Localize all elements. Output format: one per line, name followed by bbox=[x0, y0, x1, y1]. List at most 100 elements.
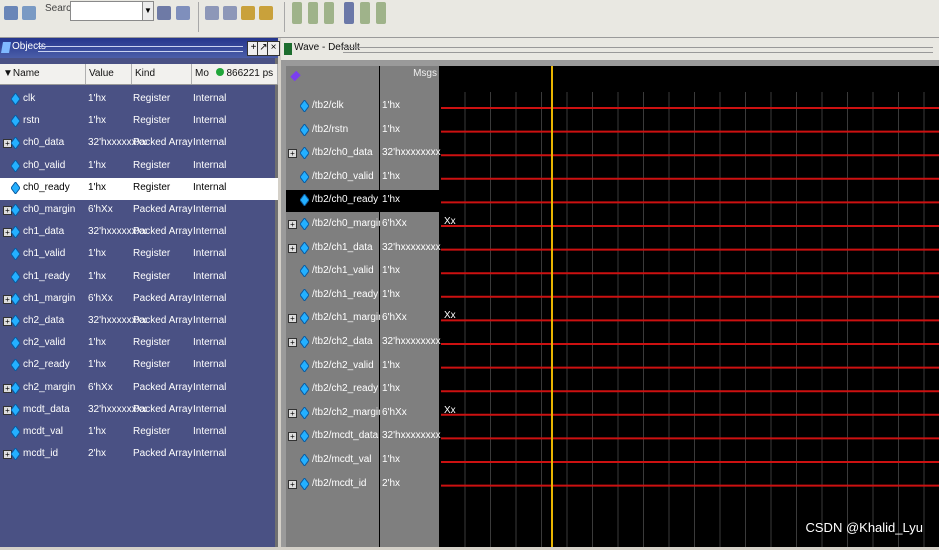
search-dropdown-button[interactable]: ▼ bbox=[142, 1, 154, 21]
wave-format-icon[interactable] bbox=[324, 2, 334, 24]
wave-plot-area[interactable]: Xx Xx Xx bbox=[441, 66, 939, 547]
search-input[interactable] bbox=[70, 1, 144, 21]
wave-signal-row[interactable]: /tb2/ch2_ready bbox=[286, 379, 379, 401]
wave-signal-row[interactable]: + /tb2/mcdt_id bbox=[286, 474, 379, 496]
column-name[interactable]: ▼Name bbox=[0, 64, 86, 84]
step-icon[interactable] bbox=[22, 6, 36, 20]
signal-icon bbox=[10, 269, 21, 284]
wave-format-icon[interactable] bbox=[344, 2, 354, 24]
object-kind: Register bbox=[133, 93, 171, 104]
wave-signal-row[interactable]: + /tb2/ch1_data bbox=[286, 238, 379, 260]
close-button[interactable]: × bbox=[267, 41, 280, 56]
column-mode[interactable]: Mo 866221 ps bbox=[192, 64, 278, 84]
wave-signal-row[interactable]: + /tb2/mcdt_data bbox=[286, 426, 379, 448]
wave-signal-row[interactable]: /tb2/mcdt_val bbox=[286, 450, 379, 472]
wave-signal-path: /tb2/rstn bbox=[312, 123, 349, 135]
wave-signal-value: 6'hXx bbox=[382, 218, 407, 229]
signal-icon bbox=[299, 476, 310, 491]
signal-icon bbox=[10, 402, 21, 417]
wave-format-icon[interactable] bbox=[308, 2, 318, 24]
wave-signal-row[interactable]: + /tb2/ch0_data bbox=[286, 143, 379, 165]
object-row[interactable]: + ch0_data 32'hxxxxxxxx Packed Array Interna… bbox=[0, 133, 278, 155]
object-row[interactable]: ch1_valid 1'hx Register Internal bbox=[0, 244, 278, 266]
object-row[interactable]: ch2_ready 1'hx Register Internal bbox=[0, 355, 278, 377]
signal-icon bbox=[299, 217, 310, 231]
object-row[interactable]: ch0_ready 1'hx Register Internal bbox=[0, 177, 278, 200]
find-icon[interactable] bbox=[157, 6, 171, 20]
object-row[interactable]: + ch1_margin 6'hXx Packed Array Internal bbox=[0, 289, 278, 311]
object-name: ch2_ready bbox=[23, 359, 70, 371]
expand-icon[interactable]: + bbox=[288, 338, 297, 347]
wave-options-icon[interactable] bbox=[290, 70, 301, 82]
signal-icon bbox=[10, 358, 21, 373]
signal-icon bbox=[10, 180, 21, 195]
object-row[interactable]: + ch0_margin 6'hXx Packed Array Internal bbox=[0, 200, 278, 222]
object-name: ch1_data bbox=[23, 226, 65, 238]
zoom-in-icon[interactable] bbox=[205, 6, 219, 20]
object-row[interactable]: + ch1_data 32'hxxxxxxxx Packed Array Interna… bbox=[0, 222, 278, 244]
wave-format-icon[interactable] bbox=[292, 2, 302, 24]
object-name: mcdt_data bbox=[23, 403, 70, 415]
wave-signal-row[interactable]: + /tb2/ch0_margin bbox=[286, 214, 384, 236]
find-next-icon[interactable] bbox=[176, 6, 190, 20]
object-row[interactable]: ch0_valid 1'hx Register Internal bbox=[0, 156, 278, 178]
wave-signal-row[interactable]: /tb2/ch2_valid bbox=[286, 356, 379, 378]
signal-icon bbox=[10, 203, 21, 217]
expand-icon[interactable]: + bbox=[288, 408, 297, 418]
wave-signal-row[interactable]: /tb2/ch0_valid bbox=[286, 167, 379, 189]
wave-signal-row[interactable]: /tb2/rstn bbox=[286, 120, 379, 142]
object-mode: Internal bbox=[193, 426, 227, 437]
main-toolbar: Search: ▼ bbox=[0, 0, 939, 38]
wave-signal-row[interactable]: + /tb2/ch2_margin bbox=[286, 403, 384, 425]
wave-format-icon[interactable] bbox=[360, 2, 370, 24]
waveform-value-label: Xx bbox=[444, 216, 456, 227]
zoom-icon[interactable] bbox=[4, 6, 18, 20]
expand-icon[interactable]: + bbox=[288, 479, 297, 489]
expand-icon[interactable]: + bbox=[288, 220, 297, 229]
expand-icon[interactable]: + bbox=[288, 243, 297, 253]
signal-icon bbox=[299, 382, 310, 397]
zoom-full-icon[interactable] bbox=[241, 6, 255, 20]
object-row[interactable]: + ch2_margin 6'hXx Packed Array Internal bbox=[0, 378, 278, 400]
wave-signal-path: /tb2/ch0_margin bbox=[312, 218, 384, 229]
expand-icon[interactable]: + bbox=[288, 432, 297, 442]
signal-icon bbox=[10, 225, 21, 240]
signal-icon bbox=[10, 314, 21, 328]
wave-signal-row[interactable]: /tb2/ch1_ready bbox=[286, 285, 379, 307]
object-row[interactable]: + mcdt_id 2'hx Packed Array Internal bbox=[0, 444, 278, 466]
wave-signal-value: 32'hxxxxxxxx bbox=[382, 147, 441, 159]
wave-signal-value: 32'hxxxxxxxx bbox=[382, 430, 441, 442]
wave-format-icon[interactable] bbox=[376, 2, 386, 24]
wave-signal-value: 1'hx bbox=[382, 265, 401, 277]
wave-signal-value: 1'hx bbox=[382, 100, 401, 111]
object-kind: Packed Array bbox=[133, 448, 193, 460]
expand-icon[interactable]: + bbox=[288, 149, 297, 159]
object-row[interactable]: ch2_valid 1'hx Register Internal bbox=[0, 333, 278, 355]
object-row[interactable]: + mcdt_data 32'hxxxxxxxx Packed Array Intern… bbox=[0, 400, 278, 422]
wave-signal-row[interactable]: /tb2/clk bbox=[286, 96, 379, 118]
wave-signal-row[interactable]: /tb2/ch0_ready bbox=[286, 190, 379, 213]
signal-icon bbox=[10, 158, 21, 173]
wave-signal-path: /tb2/ch1_ready bbox=[312, 288, 379, 300]
object-row[interactable]: + ch2_data 32'hxxxxxxxx Packed Array Interna… bbox=[0, 311, 278, 333]
object-kind: Packed Array bbox=[133, 137, 193, 149]
object-row[interactable]: ch1_ready 1'hx Register Internal bbox=[0, 267, 278, 289]
wave-values: Msgs 1'hx 1'hx 32'hxxxxxxxx 1'hx 1'hx 6'hXx 32… bbox=[380, 66, 441, 547]
zoom-cursor-icon[interactable] bbox=[259, 6, 273, 20]
column-kind[interactable]: Kind bbox=[132, 64, 192, 84]
column-value[interactable]: Value bbox=[86, 64, 132, 84]
object-row[interactable]: rstn 1'hx Register Internal bbox=[0, 111, 278, 133]
title-grip[interactable] bbox=[343, 47, 933, 53]
wave-signal-row[interactable]: + /tb2/ch2_data bbox=[286, 332, 379, 354]
object-row[interactable]: mcdt_val 1'hx Register Internal bbox=[0, 422, 278, 444]
object-kind: Packed Array bbox=[133, 204, 193, 215]
wave-signal-row[interactable]: /tb2/ch1_valid bbox=[286, 261, 379, 283]
wave-signal-value: 32'hxxxxxxxx bbox=[382, 336, 441, 347]
title-grip[interactable] bbox=[38, 46, 243, 52]
zoom-out-icon[interactable] bbox=[223, 6, 237, 20]
expand-icon[interactable]: + bbox=[288, 314, 297, 324]
object-row[interactable]: clk 1'hx Register Internal bbox=[0, 89, 278, 111]
signal-icon bbox=[299, 169, 310, 184]
wave-signal-row[interactable]: + /tb2/ch1_margin bbox=[286, 308, 384, 330]
signal-icon bbox=[299, 193, 310, 208]
